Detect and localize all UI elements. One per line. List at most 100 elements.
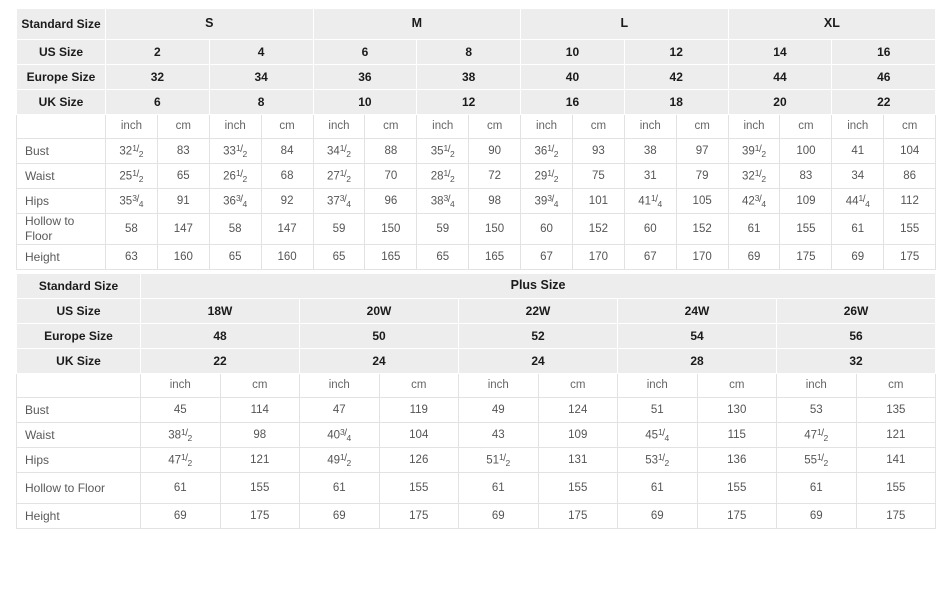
numeric-value: 53: [809, 403, 823, 416]
measure-value-cell: 34: [831, 163, 885, 189]
measure-value-cell: 175: [779, 244, 833, 270]
measure-value-cell: 531/2: [617, 447, 698, 473]
measure-value-cell: 147: [156, 213, 210, 245]
numeric-value: 155: [568, 481, 588, 494]
measure-value-cell: 72: [468, 163, 522, 189]
numeric-value: 31: [643, 169, 657, 182]
row-label-header: Standard Size: [16, 273, 141, 299]
spec-value: 20: [727, 89, 833, 115]
numeric-value: 91: [176, 194, 190, 207]
measure-value-cell: 68: [260, 163, 314, 189]
standard-size-table: Standard Size S M L XL US Size 2 4 6 8 10 12 14 16 Eur…: [16, 8, 937, 270]
spec-value: 56: [775, 323, 937, 349]
numeric-value: 59: [436, 222, 450, 235]
measure-value-cell: 112: [883, 188, 937, 214]
spec-value: 14: [727, 39, 833, 65]
measure-value-cell: 51: [617, 397, 698, 423]
numeric-value: 152: [588, 222, 608, 235]
measure-value-cell: 170: [675, 244, 729, 270]
numeric-value: 69: [491, 509, 505, 522]
numeric-value: 150: [485, 222, 505, 235]
measure-row: Height 63 160 65 160 65 165 65 165 67 170 67 170 69 17…: [16, 244, 937, 270]
numeric-value: 141: [886, 453, 906, 466]
numeric-value: 175: [250, 509, 270, 522]
spec-row: US Size 18W 20W 22W 24W 26W: [16, 298, 937, 324]
measure-value-cell: 175: [855, 503, 937, 529]
numeric-value: 155: [886, 481, 906, 494]
plus-group-row: Standard Size Plus Size: [16, 273, 937, 299]
plus-size-group-label: Plus Size: [139, 273, 937, 299]
fraction-value: 281/2: [430, 167, 455, 184]
measure-value-cell: 86: [883, 163, 937, 189]
measure-value-cell: 53: [776, 397, 857, 423]
measure-value-cell: 130: [696, 397, 777, 423]
spec-value: 46: [831, 64, 937, 90]
fraction-value: 351/2: [430, 142, 455, 159]
measure-value-cell: 47: [299, 397, 380, 423]
measure-value-cell: 101: [571, 188, 625, 214]
unit-label-inch: inch: [520, 114, 573, 139]
measure-row-label: Hollow to Floor: [16, 213, 106, 245]
numeric-value: 175: [900, 250, 920, 263]
spec-value: 6: [312, 39, 418, 65]
measure-value-cell: 175: [378, 503, 459, 529]
measure-value-cell: 491/2: [299, 447, 380, 473]
spec-value: 36: [312, 64, 418, 90]
measure-value-cell: 58: [105, 213, 158, 245]
numeric-value: 130: [727, 403, 747, 416]
measure-value-cell: 100: [779, 138, 833, 164]
numeric-value: 58: [228, 222, 242, 235]
measure-value-cell: 61: [299, 472, 380, 504]
unit-label-cm: cm: [883, 114, 937, 139]
measure-value-cell: 59: [312, 213, 366, 245]
measure-row: Hollow to Floor 58 147 58 147 59 150 59 150 60 152…: [16, 213, 937, 245]
numeric-value: 105: [692, 194, 712, 207]
spec-value: 38: [416, 64, 522, 90]
measure-value-cell: 155: [696, 472, 777, 504]
measure-value-cell: 49: [458, 397, 539, 423]
measure-row: Hips 471/2 121 491/2 126 511/2 131 531/2 136 551/…: [16, 447, 937, 473]
measure-value-cell: 441/4: [831, 188, 885, 214]
measure-value-cell: 93: [571, 138, 625, 164]
measure-value-cell: 511/2: [458, 447, 539, 473]
measure-value-cell: 91: [156, 188, 210, 214]
fraction-value: 491/2: [327, 451, 352, 468]
numeric-value: 65: [332, 250, 346, 263]
numeric-value: 124: [568, 403, 588, 416]
unit-label-inch: inch: [458, 373, 539, 398]
measure-value-cell: 281/2: [416, 163, 470, 189]
spec-value: 52: [458, 323, 618, 349]
numeric-value: 152: [692, 222, 712, 235]
fraction-value: 381/2: [168, 426, 193, 443]
numeric-value: 136: [727, 453, 747, 466]
measure-value-cell: 38: [623, 138, 677, 164]
measure-value-cell: 271/2: [312, 163, 366, 189]
measure-value-cell: 175: [883, 244, 937, 270]
numeric-value: 79: [695, 169, 709, 182]
numeric-value: 109: [568, 428, 588, 441]
fraction-value: 411/4: [638, 192, 663, 209]
numeric-value: 175: [796, 250, 816, 263]
measure-value-cell: 45: [140, 397, 221, 423]
spec-value: 18: [623, 89, 729, 115]
measure-value-cell: 60: [520, 213, 573, 245]
measure-value-cell: 155: [883, 213, 937, 245]
measure-value-cell: 126: [378, 447, 459, 473]
measure-value-cell: 170: [571, 244, 625, 270]
measure-value-cell: 411/4: [623, 188, 677, 214]
numeric-value: 49: [491, 403, 505, 416]
numeric-value: 75: [591, 169, 605, 182]
measure-value-cell: 155: [855, 472, 937, 504]
measure-value-cell: 136: [696, 447, 777, 473]
fraction-value: 291/2: [534, 167, 559, 184]
size-group-l: L: [520, 8, 729, 40]
unit-row-spacer: [16, 373, 141, 398]
measure-value-cell: 155: [219, 472, 300, 504]
numeric-value: 65: [176, 169, 190, 182]
measure-value-cell: 67: [520, 244, 573, 270]
measure-value-cell: 119: [378, 397, 459, 423]
measure-value-cell: 104: [378, 422, 459, 448]
measure-value-cell: 165: [364, 244, 418, 270]
numeric-value: 45: [173, 403, 187, 416]
unit-label-cm: cm: [537, 373, 618, 398]
